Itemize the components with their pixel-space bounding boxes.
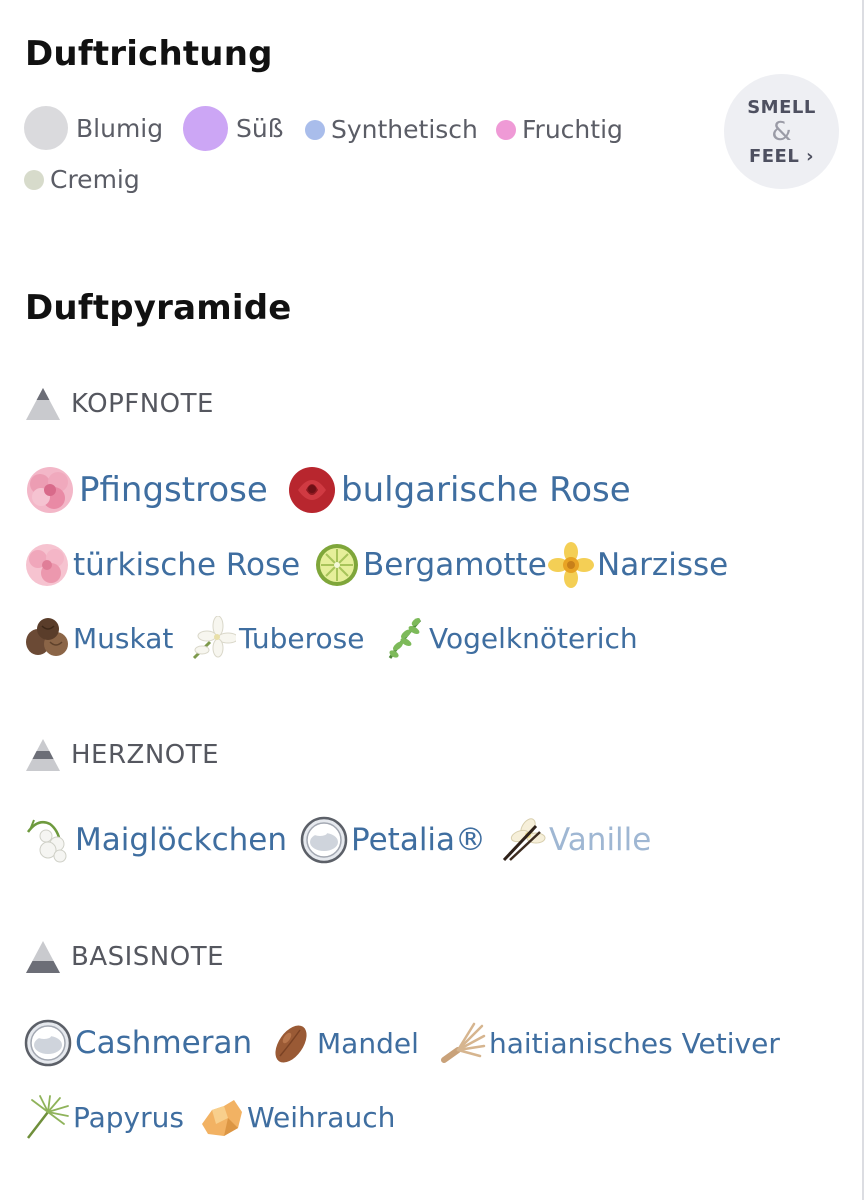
legend-label: Cremig xyxy=(50,165,140,194)
pink-rose-icon xyxy=(26,544,68,586)
papyrus-icon xyxy=(27,1095,69,1139)
vetiver-icon xyxy=(441,1022,486,1063)
legend-label: Synthetisch xyxy=(331,115,478,144)
legend-item-blumig: Blumig xyxy=(24,106,163,150)
legend-label: Süß xyxy=(236,114,284,143)
feel-label: FEEL › xyxy=(748,145,815,167)
cremig-dot xyxy=(24,169,44,190)
section-title-scent-direction: Duftrichtung xyxy=(25,34,273,74)
tier-top-notes: KOPFNOTE xyxy=(25,387,214,421)
pyramid-middle-icon xyxy=(26,739,60,771)
note-pfingstrose[interactable]: Pfingstrose xyxy=(24,464,268,516)
nutmeg-icon xyxy=(26,618,68,656)
note-petalia[interactable]: Petalia® xyxy=(300,816,486,864)
legend-item-synthetisch: Synthetisch xyxy=(305,115,478,144)
smell-and-feel-button[interactable]: SMELL & FEEL › xyxy=(724,74,839,189)
tier-base-notes: BASISNOTE xyxy=(25,940,224,974)
note-label: Vanille xyxy=(549,822,652,858)
note-vogelknoeterich[interactable]: Vogelknöterich xyxy=(386,616,638,660)
frankincense-icon xyxy=(202,1100,242,1136)
molecule-drop-icon xyxy=(24,1019,72,1067)
note-label: Maiglöckchen xyxy=(75,822,288,858)
note-label: Cashmeran xyxy=(75,1025,253,1061)
note-label: Papyrus xyxy=(73,1100,184,1134)
note-tuerkische-rose[interactable]: türkische Rose xyxy=(24,542,300,588)
suess-dot xyxy=(183,106,228,151)
tier-heart-notes: HERZNOTE xyxy=(25,738,219,772)
note-cashmeran[interactable]: Cashmeran xyxy=(24,1019,252,1067)
almond-icon xyxy=(275,1025,307,1063)
note-bergamotte[interactable]: Bergamotte xyxy=(314,542,547,588)
tier-label: BASISNOTE xyxy=(71,942,225,972)
legend-label: Blumig xyxy=(76,113,164,143)
tier-label: KOPFNOTE xyxy=(71,389,214,419)
note-narzisse[interactable]: Narzisse xyxy=(548,542,728,588)
red-rose-icon xyxy=(289,467,335,513)
note-tuberose[interactable]: Tuberose xyxy=(190,616,364,660)
note-weihrauch[interactable]: Weihrauch xyxy=(198,1094,395,1140)
pyramid-base-icon xyxy=(26,941,60,973)
legend-label: Fruchtig xyxy=(522,115,623,144)
legend-item-suess: Süß xyxy=(183,106,283,151)
note-mandel[interactable]: Mandel xyxy=(268,1020,419,1066)
legend-item-fruchtig: Fruchtig xyxy=(496,115,623,144)
lily-of-the-valley-icon xyxy=(26,819,67,863)
ampersand-label: & xyxy=(771,116,792,147)
tuberose-icon xyxy=(192,616,236,660)
note-label: Tuberose xyxy=(239,621,365,655)
note-label: Bergamotte xyxy=(363,547,547,583)
note-label: Petalia® xyxy=(351,822,487,858)
note-label: Mandel xyxy=(317,1026,419,1060)
tier-label: HERZNOTE xyxy=(71,740,220,770)
bergamot-icon xyxy=(316,544,358,586)
note-label: Vogelknöterich xyxy=(429,621,638,655)
knotweed-icon xyxy=(388,618,422,659)
synthetisch-dot xyxy=(305,119,325,140)
note-label: bulgarische Rose xyxy=(341,470,631,510)
note-haitianisches-vetiver[interactable]: haitianisches Vetiver xyxy=(440,1020,780,1066)
pyramid-top-icon xyxy=(26,388,60,420)
peony-icon xyxy=(27,467,73,513)
note-label: haitianisches Vetiver xyxy=(489,1026,780,1060)
section-title-pyramid: Duftpyramide xyxy=(25,288,292,328)
blumig-dot xyxy=(24,106,68,150)
note-vanille[interactable]: Vanille xyxy=(498,816,651,864)
legend-item-cremig: Cremig xyxy=(24,165,140,194)
daffodil-icon xyxy=(548,542,594,588)
note-maigloeckchen[interactable]: Maiglöckchen xyxy=(24,816,287,864)
note-label: türkische Rose xyxy=(73,547,301,583)
note-label: Pfingstrose xyxy=(79,470,268,510)
vanilla-icon xyxy=(502,818,546,862)
fruchtig-dot xyxy=(496,119,516,140)
note-label: Muskat xyxy=(73,621,174,655)
note-papyrus[interactable]: Papyrus xyxy=(24,1094,184,1140)
note-label: Weihrauch xyxy=(247,1100,396,1134)
note-bulgarische-rose[interactable]: bulgarische Rose xyxy=(286,464,631,516)
note-label: Narzisse xyxy=(597,547,729,583)
note-muskat[interactable]: Muskat xyxy=(24,616,173,660)
smell-label: SMELL xyxy=(747,96,816,118)
molecule-drop-icon xyxy=(300,816,348,864)
